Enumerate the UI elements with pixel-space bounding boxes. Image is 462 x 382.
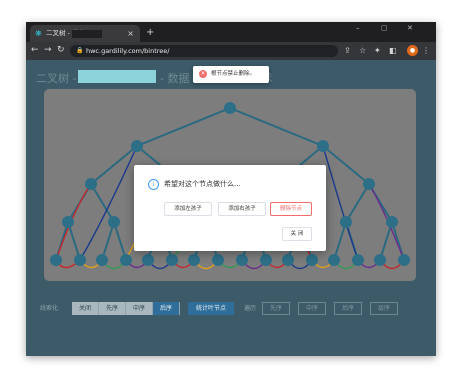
tree-node <box>188 254 200 266</box>
toast-message: 根节点禁止删除。 <box>211 71 256 77</box>
tree-node <box>85 178 97 190</box>
info-icon: i <box>148 179 159 190</box>
traverse-inorder-button[interactable]: 中序 <box>298 302 326 315</box>
new-tab-button[interactable]: + <box>146 25 154 41</box>
linearize-option-inorder[interactable]: 中序 <box>126 302 153 315</box>
forward-icon[interactable]: → <box>44 45 52 56</box>
tree-node <box>236 254 248 266</box>
tree-node <box>224 102 236 114</box>
reload-icon[interactable]: ↻ <box>57 45 65 56</box>
tree-node <box>120 254 132 266</box>
linearize-option-preorder[interactable]: 先序 <box>99 302 126 315</box>
traverse-levelorder-button[interactable]: 层序 <box>370 302 398 315</box>
linearize-option-off[interactable]: 关闭 <box>72 302 99 315</box>
tree-node <box>62 216 74 228</box>
extensions-icon[interactable]: ✦ <box>374 46 381 56</box>
tree-node <box>340 216 352 228</box>
traverse-postorder-button[interactable]: 后序 <box>334 302 362 315</box>
tree-node <box>374 254 386 266</box>
traverse-preorder-button[interactable]: 先序 <box>262 302 290 315</box>
site-favicon-icon: ❋ <box>35 29 42 38</box>
redacted-title-block <box>78 70 156 83</box>
tree-node <box>398 254 410 266</box>
page-title-prefix: 二叉树 - <box>36 72 77 85</box>
tree-node <box>282 254 294 266</box>
tree-node <box>317 140 329 152</box>
add-left-child-button[interactable]: 添加左孩子 <box>164 202 212 216</box>
tree-node <box>352 254 364 266</box>
error-toast: × 根节点禁止删除。 <box>193 66 269 83</box>
tree-node <box>142 254 154 266</box>
linearize-label: 线索化 <box>40 305 59 312</box>
back-icon[interactable]: ← <box>31 45 39 56</box>
linearize-option-postorder[interactable]: 后序 <box>153 302 180 315</box>
bookmark-star-icon[interactable]: ☆ <box>359 46 366 56</box>
tab-close-icon[interactable]: × <box>127 25 134 42</box>
dialog-close-button[interactable]: 关 闭 <box>282 227 312 241</box>
node-action-dialog: i 希望对这个节点做什么... 添加左孩子 添加右孩子 删除节点 关 闭 <box>134 165 326 251</box>
tab-bar: ❋ 二叉树 - 节点 × + – ▢ ✕ <box>26 22 436 42</box>
minimize-icon[interactable]: – <box>356 24 360 32</box>
lock-icon: 🔒 <box>76 47 84 54</box>
tree-node <box>260 254 272 266</box>
count-leaves-button[interactable]: 统计叶节点 <box>188 302 234 315</box>
delete-node-button[interactable]: 删除节点 <box>270 202 312 216</box>
tree-node <box>212 254 224 266</box>
tree-node <box>363 178 375 190</box>
tree-node <box>386 216 398 228</box>
browser-tab[interactable]: ❋ 二叉树 - 节点 × <box>30 25 140 42</box>
address-bar: ← → ↻ 🔒 hwc.gardilily.com/bintree/ ⇪ ☆ ✦… <box>26 42 436 60</box>
window-close-icon[interactable]: ✕ <box>407 24 413 32</box>
profile-avatar[interactable]: ● <box>407 45 418 56</box>
add-right-child-button[interactable]: 添加右孩子 <box>218 202 266 216</box>
tree-node <box>50 254 62 266</box>
tree-node <box>328 254 340 266</box>
traverse-label: 遍历 <box>244 305 257 312</box>
url-text: hwc.gardilily.com/bintree/ <box>86 47 170 55</box>
menu-icon[interactable]: ⋮ <box>422 46 430 56</box>
sidebar-icon[interactable]: ◧ <box>389 46 397 56</box>
tree-node <box>74 254 86 266</box>
tree-node <box>306 254 318 266</box>
url-field[interactable]: 🔒 hwc.gardilily.com/bintree/ <box>70 45 338 57</box>
controls-bar: 线索化 关闭 先序 中序 后序 统计叶节点 遍历 先序 中序 后序 层序 <box>26 300 436 318</box>
browser-window: ❋ 二叉树 - 节点 × + – ▢ ✕ ← → ↻ 🔒 hwc.gardili… <box>26 22 436 356</box>
maximize-icon[interactable]: ▢ <box>381 24 388 32</box>
tree-node <box>108 216 120 228</box>
page-title-suffix: - 数据 <box>160 72 190 85</box>
tree-node <box>166 254 178 266</box>
error-icon: × <box>199 70 207 78</box>
redacted-block <box>72 30 102 38</box>
share-icon[interactable]: ⇪ <box>344 46 351 56</box>
dialog-question: 希望对这个节点做什么... <box>164 180 241 188</box>
tree-node <box>96 254 108 266</box>
tree-node <box>131 140 143 152</box>
